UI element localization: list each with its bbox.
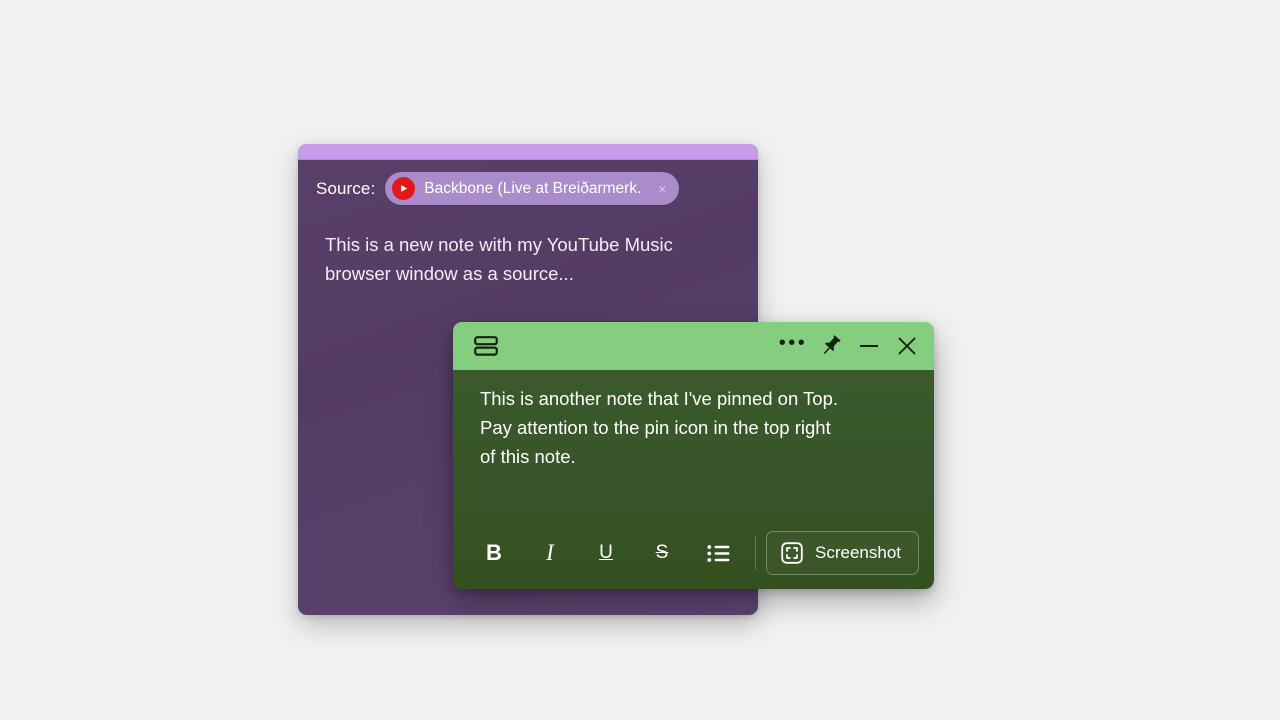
formatting-toolbar: B I U S Screenshot: [453, 531, 934, 575]
green-note-text[interactable]: This is another note that I've pinned on…: [480, 384, 910, 471]
more-options-button[interactable]: •••: [774, 327, 812, 365]
pin-icon[interactable]: [812, 327, 850, 365]
toolbar-divider: [755, 536, 756, 570]
screenshot-button[interactable]: Screenshot: [766, 531, 919, 575]
source-row: Source: Backbone (Live at Breiðarmerk...…: [316, 172, 680, 205]
minimize-icon: [860, 345, 878, 347]
strikethrough-button[interactable]: S: [641, 534, 683, 572]
notes-list-icon[interactable]: [467, 327, 505, 365]
youtube-play-icon: [392, 177, 416, 200]
green-note-titlebar[interactable]: •••: [453, 322, 934, 370]
screenshot-button-label: Screenshot: [815, 543, 901, 562]
bold-button[interactable]: B: [473, 534, 515, 572]
purple-note-text[interactable]: This is a new note with my YouTube Music…: [325, 230, 735, 288]
bullet-list-icon[interactable]: [697, 534, 739, 572]
more-options-label: •••: [778, 332, 808, 354]
close-button[interactable]: [888, 327, 926, 365]
source-chip-close-icon[interactable]: ×: [651, 178, 673, 200]
minimize-button[interactable]: [850, 327, 888, 365]
italic-button[interactable]: I: [529, 534, 571, 572]
source-label: Source:: [316, 178, 376, 198]
source-chip-title: Backbone (Live at Breiðarmerk...: [424, 179, 643, 197]
source-chip[interactable]: Backbone (Live at Breiðarmerk... ×: [385, 172, 680, 205]
underline-button[interactable]: U: [585, 534, 627, 572]
purple-note-titlebar[interactable]: [298, 144, 758, 160]
screen-capture-icon: [780, 541, 804, 565]
green-note-body: This is another note that I've pinned on…: [453, 370, 934, 589]
green-sticky-note-window[interactable]: ••• This is another note that I've pinne…: [453, 322, 934, 589]
